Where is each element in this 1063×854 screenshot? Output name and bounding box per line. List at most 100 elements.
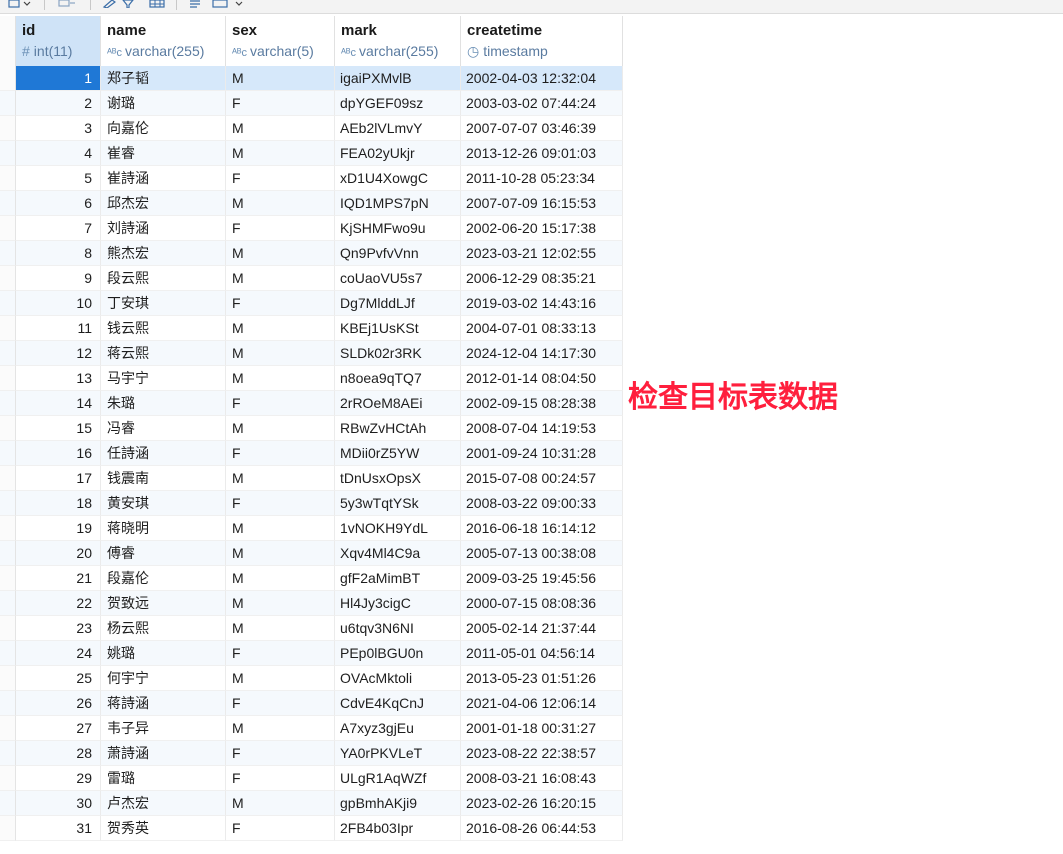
cell-sex[interactable]: M bbox=[226, 616, 335, 641]
table-row[interactable]: 13 马宇宁 Mn8oea9qTQ7 2012-01-14 08:04:50 bbox=[0, 366, 623, 391]
cell-sex[interactable]: M bbox=[226, 316, 335, 341]
cell-id[interactable]: 7 bbox=[16, 216, 101, 241]
export-icon[interactable] bbox=[58, 0, 76, 8]
cell-createtime[interactable]: 2005-07-13 00:38:08 bbox=[461, 541, 623, 566]
table-row[interactable]: 20 傅睿 M Xqv4Ml4C9a 2005-07-13 00:38:08 bbox=[0, 541, 623, 566]
row-gutter[interactable] bbox=[0, 691, 16, 716]
cell-sex[interactable]: M bbox=[226, 241, 335, 266]
column-header-createtime[interactable]: createtime ◷ timestamp bbox=[461, 16, 623, 66]
cell-mark[interactable]: coUaoVU5s7 bbox=[335, 266, 461, 291]
cell-createtime[interactable]: 2013-05-23 01:51:26 bbox=[461, 666, 623, 691]
cell-sex[interactable]: F bbox=[226, 741, 335, 766]
cell-createtime[interactable]: 2008-07-04 14:19:53 bbox=[461, 416, 623, 441]
cell-mark[interactable]: KBEj1UsKSt bbox=[335, 316, 461, 341]
table-row[interactable]: 1 郑子韬 MigaiPXMvlB 2002-04-03 12:32:04 bbox=[0, 66, 623, 91]
cell-name[interactable]: 萧詩涵 bbox=[101, 741, 226, 766]
cell-id[interactable]: 5 bbox=[16, 166, 101, 191]
cell-id[interactable]: 11 bbox=[16, 316, 101, 341]
cell-createtime[interactable]: 2024-12-04 14:17:30 bbox=[461, 341, 623, 366]
table-row[interactable]: 11 钱云熙 M KBEj1UsKSt 2004-07-01 08:33:13 bbox=[0, 316, 623, 341]
row-gutter[interactable] bbox=[0, 591, 16, 616]
row-gutter[interactable] bbox=[0, 516, 16, 541]
cell-mark[interactable]: PEp0lBGU0n bbox=[335, 641, 461, 666]
table-row[interactable]: 7 刘詩涵 F KjSHMFwo9u 2002-06-20 15:17:38 bbox=[0, 216, 623, 241]
cell-name[interactable]: 郑子韬 bbox=[101, 66, 226, 91]
cell-createtime[interactable]: 2009-03-25 19:45:56 bbox=[461, 566, 623, 591]
cell-name[interactable]: 刘詩涵 bbox=[101, 216, 226, 241]
cell-createtime[interactable]: 2008-03-22 09:00:33 bbox=[461, 491, 623, 516]
row-gutter[interactable] bbox=[0, 566, 16, 591]
cell-sex[interactable]: F bbox=[226, 816, 335, 841]
cell-createtime[interactable]: 2007-07-09 16:15:53 bbox=[461, 191, 623, 216]
edit-icon[interactable] bbox=[102, 0, 116, 8]
cell-createtime[interactable]: 2023-03-21 12:02:55 bbox=[461, 241, 623, 266]
column-header-sex[interactable]: sex ᴬᴮc varchar(5) bbox=[226, 16, 335, 66]
cell-createtime[interactable]: 2004-07-01 08:33:13 bbox=[461, 316, 623, 341]
cell-mark[interactable]: 2rROeM8AEi bbox=[335, 391, 461, 416]
table-row[interactable]: 26 蒋詩涵 F CdvE4KqCnJ 2021-04-06 12:06:14 bbox=[0, 691, 623, 716]
cell-mark[interactable]: 5y3wTqtYSk bbox=[335, 491, 461, 516]
cell-mark[interactable]: Xqv4Ml4C9a bbox=[335, 541, 461, 566]
table-row[interactable]: 4 崔睿 M FEA02yUkjr 2013-12-26 09:01:03 bbox=[0, 141, 623, 166]
cell-createtime[interactable]: 2000-07-15 08:08:36 bbox=[461, 591, 623, 616]
cell-sex[interactable]: M bbox=[226, 341, 335, 366]
cell-sex[interactable]: M bbox=[226, 566, 335, 591]
cell-createtime[interactable]: 2005-02-14 21:37:44 bbox=[461, 616, 623, 641]
cell-createtime[interactable]: 2002-09-15 08:28:38 bbox=[461, 391, 623, 416]
table-row[interactable]: 14 朱璐 F 2rROeM8AEi 2002-09-15 08:28:38 bbox=[0, 391, 623, 416]
cell-name[interactable]: 段云熙 bbox=[101, 266, 226, 291]
cell-sex[interactable]: M bbox=[226, 266, 335, 291]
cell-createtime[interactable]: 2023-08-22 22:38:57 bbox=[461, 741, 623, 766]
cell-createtime[interactable]: 2008-03-21 16:08:43 bbox=[461, 766, 623, 791]
row-gutter[interactable] bbox=[0, 616, 16, 641]
row-gutter[interactable] bbox=[0, 241, 16, 266]
table-row[interactable]: 16 任詩涵 F MDii0rZ5YW 2001-09-24 10:31:28 bbox=[0, 441, 623, 466]
cell-id[interactable]: 12 bbox=[16, 341, 101, 366]
cell-createtime[interactable]: 2021-04-06 12:06:14 bbox=[461, 691, 623, 716]
row-gutter[interactable] bbox=[0, 816, 16, 841]
cell-mark[interactable]: RBwZvHCtAh bbox=[335, 416, 461, 441]
row-gutter[interactable] bbox=[0, 266, 16, 291]
cell-id[interactable]: 14 bbox=[16, 391, 101, 416]
column-header-id[interactable]: id # int(11) bbox=[16, 16, 101, 66]
cell-sex[interactable]: F bbox=[226, 216, 335, 241]
cell-name[interactable]: 何宇宁 bbox=[101, 666, 226, 691]
table-row[interactable]: 18 黄安琪 F 5y3wTqtYSk 2008-03-22 09:00:33 bbox=[0, 491, 623, 516]
row-gutter[interactable] bbox=[0, 391, 16, 416]
cell-id[interactable]: 27 bbox=[16, 716, 101, 741]
cell-name[interactable]: 卢杰宏 bbox=[101, 791, 226, 816]
row-gutter[interactable] bbox=[0, 91, 16, 116]
cell-sex[interactable]: M bbox=[226, 716, 335, 741]
cell-id[interactable]: 6 bbox=[16, 191, 101, 216]
cell-sex[interactable]: M bbox=[226, 666, 335, 691]
cell-mark[interactable]: KjSHMFwo9u bbox=[335, 216, 461, 241]
cell-name[interactable]: 任詩涵 bbox=[101, 441, 226, 466]
row-gutter-header[interactable] bbox=[0, 16, 16, 66]
table-row[interactable]: 22 贺致远 M Hl4Jy3cigC 2000-07-15 08:08:36 bbox=[0, 591, 623, 616]
cell-mark[interactable]: A7xyz3gjEu bbox=[335, 716, 461, 741]
cell-name[interactable]: 韦子异 bbox=[101, 716, 226, 741]
cell-id[interactable]: 29 bbox=[16, 766, 101, 791]
cell-id[interactable]: 21 bbox=[16, 566, 101, 591]
cell-createtime[interactable]: 2002-06-20 15:17:38 bbox=[461, 216, 623, 241]
cell-mark[interactable]: CdvE4KqCnJ bbox=[335, 691, 461, 716]
row-gutter[interactable] bbox=[0, 141, 16, 166]
cell-sex[interactable]: F bbox=[226, 441, 335, 466]
cell-name[interactable]: 钱云熙 bbox=[101, 316, 226, 341]
cell-mark[interactable]: n8oea9qTQ7 bbox=[335, 366, 461, 391]
table-row[interactable]: 15 冯睿 M RBwZvHCtAh 2008-07-04 14:19:53 bbox=[0, 416, 623, 441]
cell-mark[interactable]: OVAcMktoli bbox=[335, 666, 461, 691]
cell-sex[interactable]: F bbox=[226, 91, 335, 116]
table-row[interactable]: 19 蒋晓明 M 1vNOKH9YdL 2016-06-18 16:14:12 bbox=[0, 516, 623, 541]
cell-name[interactable]: 钱震南 bbox=[101, 466, 226, 491]
cell-id[interactable]: 23 bbox=[16, 616, 101, 641]
table-row[interactable]: 27 韦子异 M A7xyz3gjEu 2001-01-18 00:31:27 bbox=[0, 716, 623, 741]
table-row[interactable]: 23 杨云熙 Mu6tqv3N6NI 2005-02-14 21:37:44 bbox=[0, 616, 623, 641]
cell-name[interactable]: 傅睿 bbox=[101, 541, 226, 566]
cell-name[interactable]: 崔睿 bbox=[101, 141, 226, 166]
cell-mark[interactable]: Hl4Jy3cigC bbox=[335, 591, 461, 616]
cell-sex[interactable]: M bbox=[226, 516, 335, 541]
cell-id[interactable]: 20 bbox=[16, 541, 101, 566]
row-gutter[interactable] bbox=[0, 216, 16, 241]
cell-sex[interactable]: M bbox=[226, 541, 335, 566]
